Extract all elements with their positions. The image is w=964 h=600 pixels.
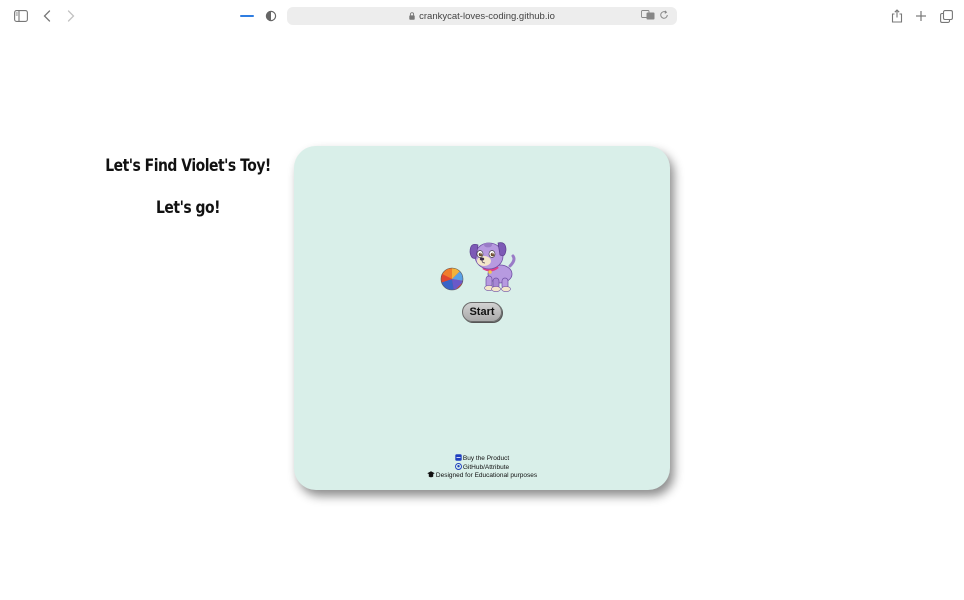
- start-button[interactable]: Start: [462, 302, 502, 322]
- reload-icon[interactable]: [659, 10, 669, 20]
- shield-half-icon[interactable]: [262, 7, 280, 25]
- buy-product-link[interactable]: Buy the Product: [455, 454, 510, 462]
- game-status: Let's go!: [156, 198, 220, 218]
- chevron-left-icon[interactable]: [38, 7, 56, 25]
- tab-indicator: [240, 15, 254, 17]
- address-bar[interactable]: crankycat-loves-coding.github.io: [287, 7, 677, 25]
- buy-product-label: Buy the Product: [462, 455, 510, 462]
- share-icon[interactable]: [888, 7, 906, 25]
- lock-icon: [409, 12, 415, 20]
- ball-toy-icon[interactable]: [440, 267, 464, 291]
- github-link[interactable]: GitHub/Attribute: [454, 462, 510, 471]
- browser-toolbar: crankycat-loves-coding.github.io: [0, 0, 964, 32]
- tabs-icon[interactable]: [937, 7, 955, 25]
- graduation-cap-icon: [427, 471, 435, 478]
- github-label: GitHub/Attribute: [462, 463, 510, 471]
- cart-icon: [455, 454, 462, 461]
- url-text: crankycat-loves-coding.github.io: [419, 10, 555, 22]
- game-title: Let's Find Violet's Toy!: [105, 156, 271, 176]
- designed-label: Designed for Educational purposes: [435, 472, 538, 479]
- plus-icon[interactable]: [912, 7, 930, 25]
- translate-icon[interactable]: [641, 10, 655, 20]
- github-icon: [454, 462, 462, 470]
- card-footer: Buy the Product GitHub/Attribute Designe…: [294, 454, 670, 480]
- puppy-violet-icon: [469, 242, 516, 292]
- sidebar-icon[interactable]: [12, 7, 30, 25]
- chevron-right-icon[interactable]: [62, 7, 80, 25]
